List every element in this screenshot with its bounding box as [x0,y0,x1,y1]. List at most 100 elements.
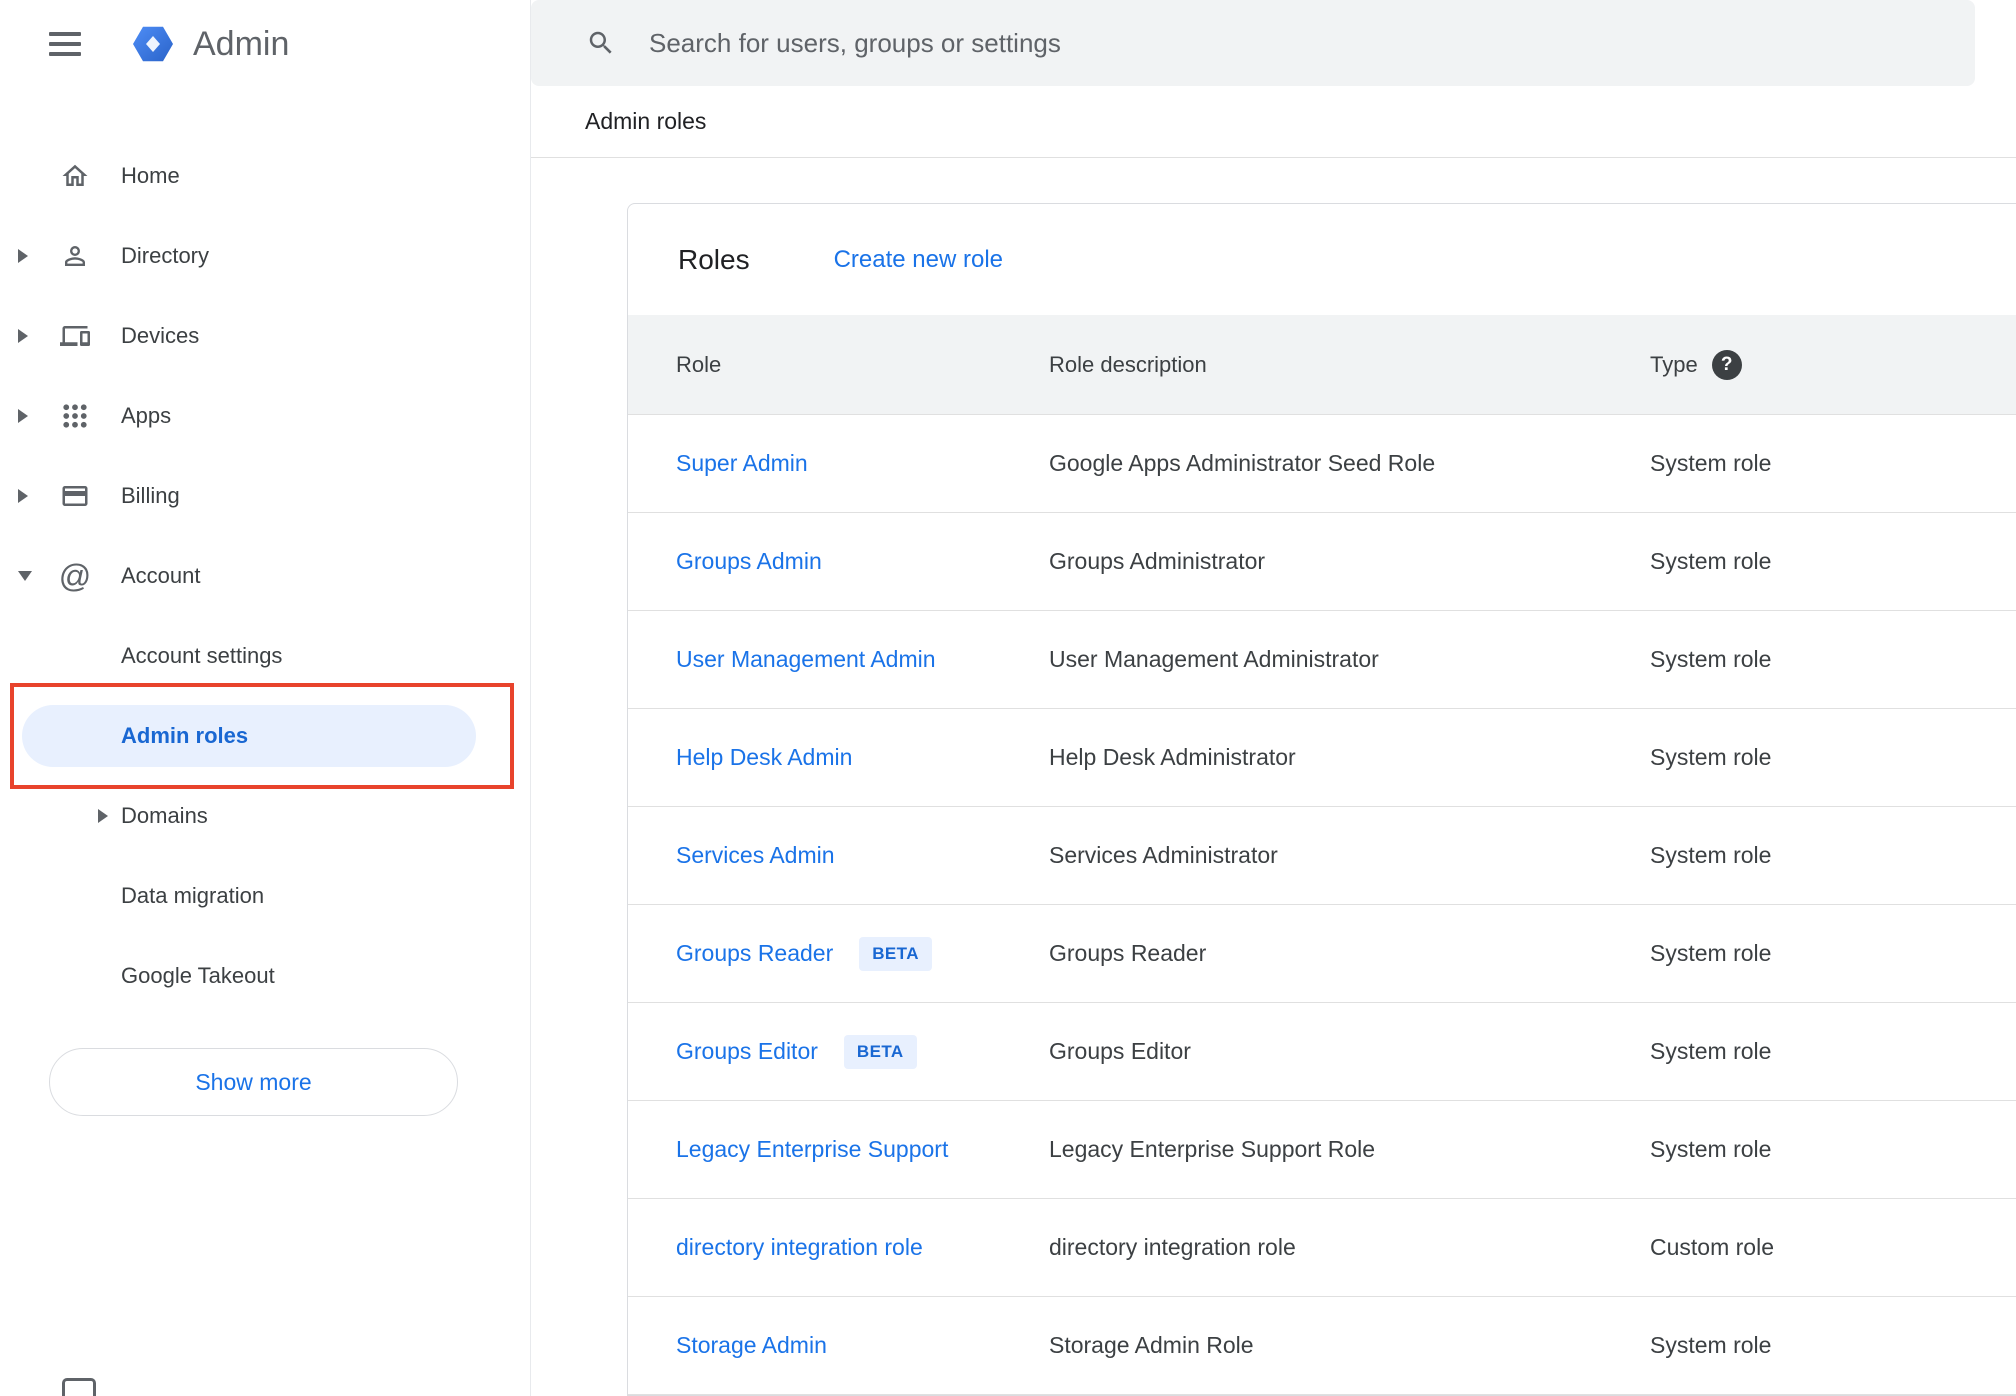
app-title: Admin [193,24,290,63]
sidebar-item-label: Admin roles [121,723,249,748]
breadcrumb: Admin roles [585,108,707,134]
admin-logo-icon [129,20,177,68]
billing-card-icon [60,481,90,511]
role-type: System role [1650,1332,1772,1358]
table-row[interactable]: Storage Admin Storage Admin Role System … [628,1297,2016,1395]
sidebar-item-label: Home [121,163,180,188]
role-description: Legacy Enterprise Support Role [1049,1136,1376,1162]
role-description: Help Desk Administrator [1049,744,1296,770]
role-type: System role [1650,940,1772,966]
role-link[interactable]: Legacy Enterprise Support [676,1136,948,1163]
search-icon [589,31,612,54]
column-header-type: Type ? [1650,349,2016,380]
role-link[interactable]: Groups Reader [676,940,833,967]
role-type: System role [1650,1136,1772,1162]
sidebar-item-label: Domains [121,803,208,828]
sidebar-item-account-settings[interactable]: Account settings [0,616,530,696]
roles-title: Roles [678,243,750,275]
expand-arrow-icon[interactable] [18,489,28,503]
table-row[interactable]: Help Desk Admin Help Desk Administrator … [628,709,2016,807]
table-header-row: Role Role description Type ? [628,315,2016,415]
table-row[interactable]: Super Admin Google Apps Administrator Se… [628,415,2016,513]
role-type: System role [1650,1038,1772,1064]
role-link[interactable]: Groups Editor [676,1038,818,1065]
help-icon[interactable]: ? [1711,349,1742,380]
beta-badge: BETA [843,1034,917,1069]
role-link[interactable]: Storage Admin [676,1332,827,1359]
sidebar-item-domains[interactable]: Domains [0,776,530,856]
sidebar-item-label: Google Takeout [121,963,275,988]
sidebar-item-label: Apps [121,403,172,428]
table-row[interactable]: Groups Reader BETA Groups Reader System … [628,905,2016,1003]
roles-card-header: Roles Create new role [628,204,2016,315]
sidebar-item-data-migration[interactable]: Data migration [0,856,530,936]
role-link[interactable]: Help Desk Admin [676,744,852,771]
expand-arrow-icon[interactable] [98,809,108,823]
role-description: Services Administrator [1049,842,1278,868]
expand-arrow-icon[interactable] [18,249,28,263]
sidebar-item-label: Account settings [121,643,283,668]
breadcrumb-row: Admin roles [531,86,2016,158]
sidebar-item-devices[interactable]: Devices [0,296,530,376]
sidebar-item-admin-roles[interactable]: Admin roles [22,705,476,767]
table-row[interactable]: Legacy Enterprise Support Legacy Enterpr… [628,1101,2016,1199]
role-link[interactable]: Groups Admin [676,548,822,575]
search-bar[interactable] [531,0,1975,86]
sidebar-item-label: Data migration [121,883,265,908]
role-type: System role [1650,842,1772,868]
account-sub-list: Account settings Admin roles Domains Dat… [0,616,530,1016]
table-row[interactable]: User Management Admin User Management Ad… [628,611,2016,709]
sidebar-item-apps[interactable]: Apps [0,376,530,456]
content: Roles Create new role Role Role descript… [531,158,2016,1396]
role-type: System role [1650,450,1772,476]
search-row [531,0,2016,86]
collapse-arrow-icon[interactable] [18,571,32,581]
menu-icon[interactable] [49,32,81,56]
expand-arrow-icon[interactable] [18,409,28,423]
table-row[interactable]: Groups Admin Groups Administrator System… [628,513,2016,611]
create-new-role-link[interactable]: Create new role [834,246,1003,274]
table-row[interactable]: directory integration role directory int… [628,1199,2016,1297]
expand-arrow-icon[interactable] [18,329,28,343]
sidebar: Admin Home Directory Devices Apps Billin… [0,0,531,1396]
role-type: System role [1650,646,1772,672]
sidebar-item-home[interactable]: Home [0,136,530,216]
role-link[interactable]: User Management Admin [676,646,936,673]
role-description: Storage Admin Role [1049,1332,1254,1358]
role-description: Groups Reader [1049,940,1207,966]
sidebar-item-account[interactable]: @ Account [0,536,530,616]
sidebar-item-directory[interactable]: Directory [0,216,530,296]
sidebar-nav: Home Directory Devices Apps Billing @ Ac… [0,88,530,1116]
partial-bottom-icon [62,1378,96,1396]
devices-icon [60,321,90,351]
apps-grid-icon [60,401,90,431]
column-header-description: Role description [1049,351,1207,377]
home-icon [60,161,90,191]
sidebar-item-billing[interactable]: Billing [0,456,530,536]
role-description: Groups Editor [1049,1038,1191,1064]
sidebar-item-label: Devices [121,323,200,348]
role-link[interactable]: Services Admin [676,842,835,869]
role-link[interactable]: Super Admin [676,450,808,477]
role-description: Google Apps Administrator Seed Role [1049,450,1436,476]
column-header-type-label: Type [1650,351,1698,377]
role-type: System role [1650,548,1772,574]
column-header-role: Role [676,351,722,377]
role-type: Custom role [1650,1234,1774,1260]
sidebar-item-label: Billing [121,483,180,508]
role-description: directory integration role [1049,1234,1296,1260]
role-type: System role [1650,744,1772,770]
role-link[interactable]: directory integration role [676,1234,923,1261]
table-row[interactable]: Services Admin Services Administrator Sy… [628,807,2016,905]
beta-badge: BETA [859,936,932,971]
role-description: Groups Administrator [1049,548,1266,574]
table-row[interactable]: Groups Editor BETA Groups Editor System … [628,1003,2016,1101]
sidebar-header: Admin [0,0,530,88]
main-area: Admin roles Roles Create new role Role R… [531,0,2016,1396]
search-input[interactable] [649,27,1975,59]
sidebar-item-google-takeout[interactable]: Google Takeout [0,936,530,1016]
show-more-label: Show more [195,1068,312,1095]
sidebar-item-label: Directory [121,243,210,268]
show-more-button[interactable]: Show more [49,1048,458,1116]
role-description: User Management Administrator [1049,646,1379,672]
